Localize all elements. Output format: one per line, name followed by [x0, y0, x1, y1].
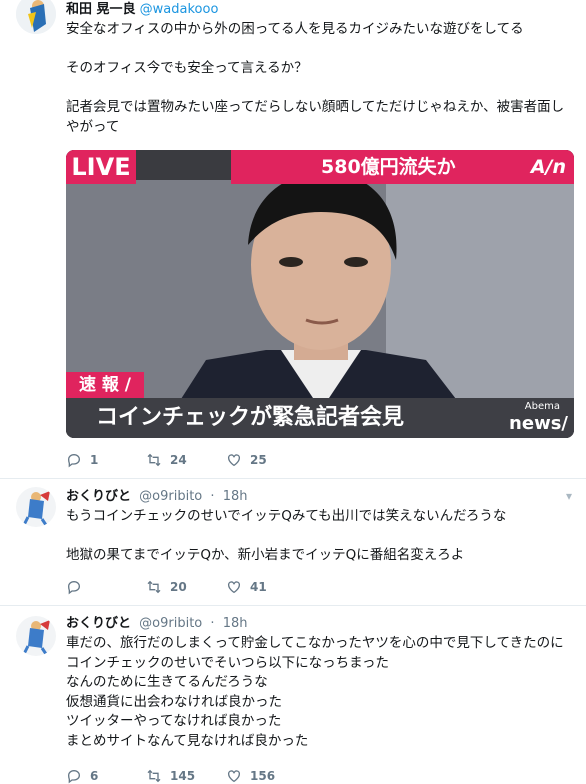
- live-badge: LIVE: [66, 150, 136, 184]
- avatar[interactable]: [16, 487, 56, 527]
- tweet-3[interactable]: おくりびと @o9ribito · 18h 車だの、旅行だのしまくって貯金してこ…: [0, 606, 586, 784]
- retweet-icon: [147, 453, 161, 467]
- news-label: news/: [509, 413, 568, 434]
- reply-count: 1: [90, 453, 99, 467]
- tweet-actions: 1 24 25: [66, 452, 306, 468]
- like-count: 25: [250, 453, 267, 467]
- channel-logo: A/n: [530, 156, 566, 178]
- tweet-text: 安全なオフィスの中から外の困ってる人を見るカイジみたいな遊びをしてる そのオフィ…: [66, 21, 565, 135]
- username[interactable]: @wadakooo: [140, 2, 219, 17]
- caption-text: コインチェックが緊急記者会見: [96, 405, 405, 430]
- heart-icon: [228, 581, 240, 594]
- reply-icon: [67, 769, 81, 784]
- like-button[interactable]: 156: [226, 768, 306, 784]
- timestamp[interactable]: 18h: [223, 489, 248, 504]
- retweet-icon: [147, 769, 161, 783]
- tweet-actions: 20 41: [66, 579, 306, 595]
- tweet-header: おくりびと @o9ribito · 18h: [66, 616, 247, 632]
- retweet-button[interactable]: 20: [146, 579, 226, 595]
- tweet-header: おくりびと @o9ribito · 18h: [66, 489, 247, 505]
- retweet-button[interactable]: 24: [146, 452, 226, 468]
- separator-dot: ·: [210, 616, 215, 631]
- tweet-text: 車だの、旅行だのしまくって貯金してこなかったヤツを心の中で見下してきたのにコイン…: [66, 635, 564, 749]
- heart-icon: [228, 770, 240, 783]
- timestamp[interactable]: 18h: [223, 616, 248, 631]
- reply-button[interactable]: [66, 579, 146, 595]
- retweet-icon: [147, 580, 161, 594]
- avatar[interactable]: [16, 0, 56, 34]
- caption-bar: コインチェックが緊急記者会見 Abema news/: [66, 398, 574, 438]
- like-button[interactable]: 25: [226, 452, 306, 468]
- tweet-header: 和田 晃一良 @wadakooo: [66, 2, 218, 18]
- retweet-count: 20: [170, 580, 187, 594]
- display-name[interactable]: 和田 晃一良: [66, 2, 136, 17]
- separator-dot: ·: [210, 489, 215, 504]
- avatar-illustration: [16, 487, 56, 527]
- tweet-text: もうコインチェックのせいでイッテQみても出川では笑えないんだろうな 地獄の果てま…: [66, 508, 507, 563]
- username[interactable]: @o9ribito: [139, 616, 202, 631]
- avatar-illustration: [16, 0, 56, 34]
- display-name[interactable]: おくりびと: [66, 489, 131, 504]
- tweet-1[interactable]: 和田 晃一良 @wadakooo 安全なオフィスの中から外の困ってる人を見るカイ…: [0, 0, 586, 478]
- tweet-media[interactable]: LIVE 580億円流失か A/n 速 報 / コインチェックが緊急記者会見 A…: [66, 150, 574, 438]
- reply-icon: [67, 580, 81, 595]
- tweet-2[interactable]: おくりびと @o9ribito · 18h ▾ もうコインチェックのせいでイッテ…: [0, 479, 586, 605]
- like-button[interactable]: 41: [226, 579, 306, 595]
- reply-icon: [67, 453, 81, 468]
- like-count: 41: [250, 580, 267, 594]
- reply-button[interactable]: 1: [66, 452, 146, 468]
- more-options-icon[interactable]: ▾: [566, 489, 572, 503]
- headline-text: 580億円流失か: [321, 156, 456, 178]
- retweet-button[interactable]: 145: [146, 768, 226, 784]
- tweet-actions: 6 145 156: [66, 768, 306, 784]
- heart-icon: [228, 454, 240, 467]
- headline-banner: 580億円流失か A/n: [231, 150, 574, 184]
- reply-button[interactable]: 6: [66, 768, 146, 784]
- display-name[interactable]: おくりびと: [66, 616, 131, 631]
- avatar[interactable]: [16, 616, 56, 656]
- username[interactable]: @o9ribito: [139, 489, 202, 504]
- breaking-news-label: 速 報 /: [66, 372, 144, 398]
- avatar-illustration: [16, 616, 56, 656]
- retweet-count: 24: [170, 453, 187, 467]
